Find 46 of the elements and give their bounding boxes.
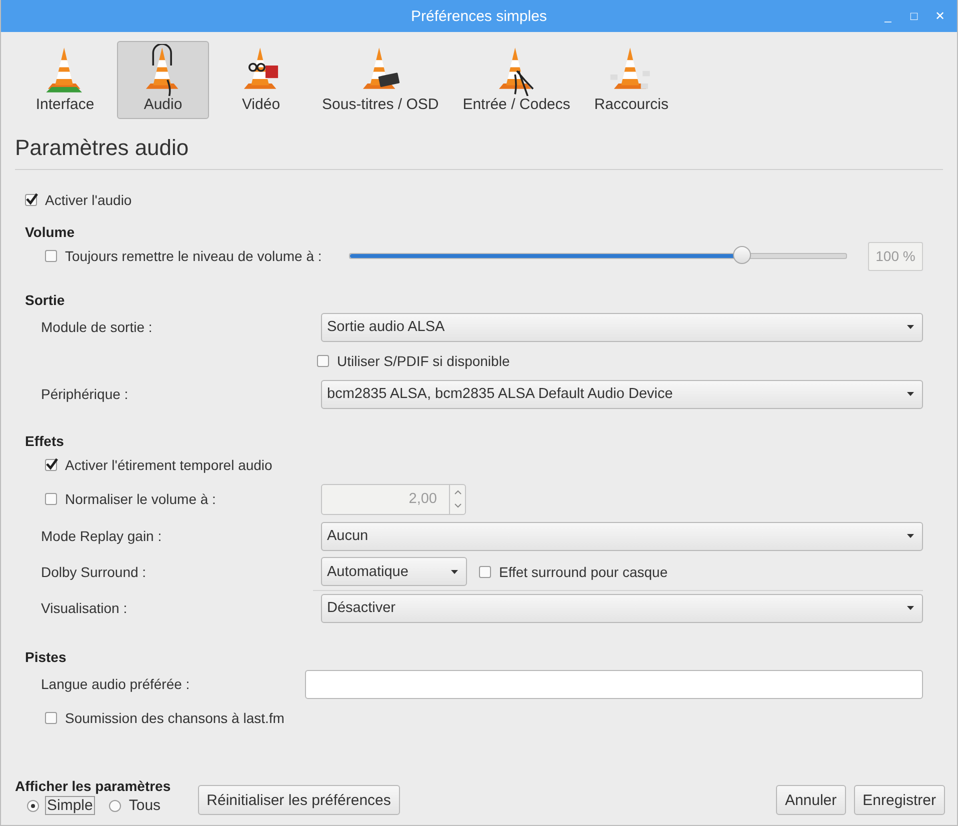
checkbox-label: Toujours remettre le niveau de volume à : bbox=[65, 248, 322, 264]
dropdown[interactable]: Aucun bbox=[321, 522, 923, 550]
field-label: Langue audio préférée : bbox=[41, 676, 190, 692]
field-label: Mode Replay gain : bbox=[41, 528, 162, 544]
radio-option[interactable]: Tous bbox=[108, 796, 163, 815]
dropdown[interactable]: Automatique bbox=[321, 557, 467, 586]
checkbox-label: Normaliser le volume à : bbox=[65, 491, 216, 507]
reset-button[interactable]: Réinitialiser les préférences bbox=[198, 785, 400, 815]
checkbox[interactable] bbox=[45, 459, 57, 471]
dropdown[interactable]: Sortie audio ALSA bbox=[321, 312, 923, 342]
category-tab[interactable]: Interface bbox=[19, 41, 111, 119]
window-title: Préférences simples bbox=[411, 8, 547, 24]
category-tab[interactable]: Entrée / Codecs bbox=[454, 41, 580, 119]
category-tab[interactable]: Audio bbox=[117, 41, 209, 119]
section-title: Effets bbox=[25, 433, 64, 449]
checkbox-label: Soumission des chansons à last.fm bbox=[65, 710, 284, 726]
save-button[interactable]: Enregistrer bbox=[854, 785, 945, 815]
checkbox-label: Activer l'étirement temporel audio bbox=[65, 457, 272, 473]
field-label: Module de sortie : bbox=[41, 319, 152, 335]
dropdown[interactable]: Désactiver bbox=[321, 594, 923, 622]
caret-icon bbox=[907, 392, 914, 396]
caret-icon bbox=[907, 325, 914, 329]
field-label: Périphérique : bbox=[41, 386, 128, 402]
section-title: Volume bbox=[25, 224, 75, 240]
checkbox-label: Effet surround pour casque bbox=[499, 564, 668, 580]
section-title: Afficher les paramètres bbox=[15, 778, 171, 794]
page-heading: Paramètres audio bbox=[15, 135, 189, 160]
caret-icon bbox=[907, 606, 914, 610]
checkbox[interactable] bbox=[45, 712, 57, 724]
checkbox[interactable] bbox=[317, 354, 329, 366]
checkbox-label: Activer l'audio bbox=[45, 192, 132, 208]
checkbox-label: Utiliser S/PDIF si disponible bbox=[337, 352, 510, 368]
category-tab[interactable]: Sous-titres / OSD bbox=[313, 41, 448, 119]
section-title: Pistes bbox=[25, 649, 66, 665]
caret-icon bbox=[907, 534, 914, 538]
category-tab[interactable]: Raccourcis bbox=[585, 41, 678, 119]
checkbox[interactable] bbox=[479, 566, 491, 578]
section-title: Sortie bbox=[25, 292, 65, 308]
input-field[interactable] bbox=[305, 670, 923, 698]
dropdown[interactable]: bcm2835 ALSA, bcm2835 ALSA Default Audio Device bbox=[321, 380, 923, 408]
field-label: Visualisation : bbox=[41, 600, 128, 616]
field-label: Dolby Surround : bbox=[41, 564, 146, 580]
category-tab[interactable]: Vidéo bbox=[215, 41, 307, 119]
cancel-button[interactable]: Annuler bbox=[776, 785, 846, 815]
caret-icon bbox=[451, 570, 458, 574]
checkbox[interactable] bbox=[25, 194, 37, 206]
